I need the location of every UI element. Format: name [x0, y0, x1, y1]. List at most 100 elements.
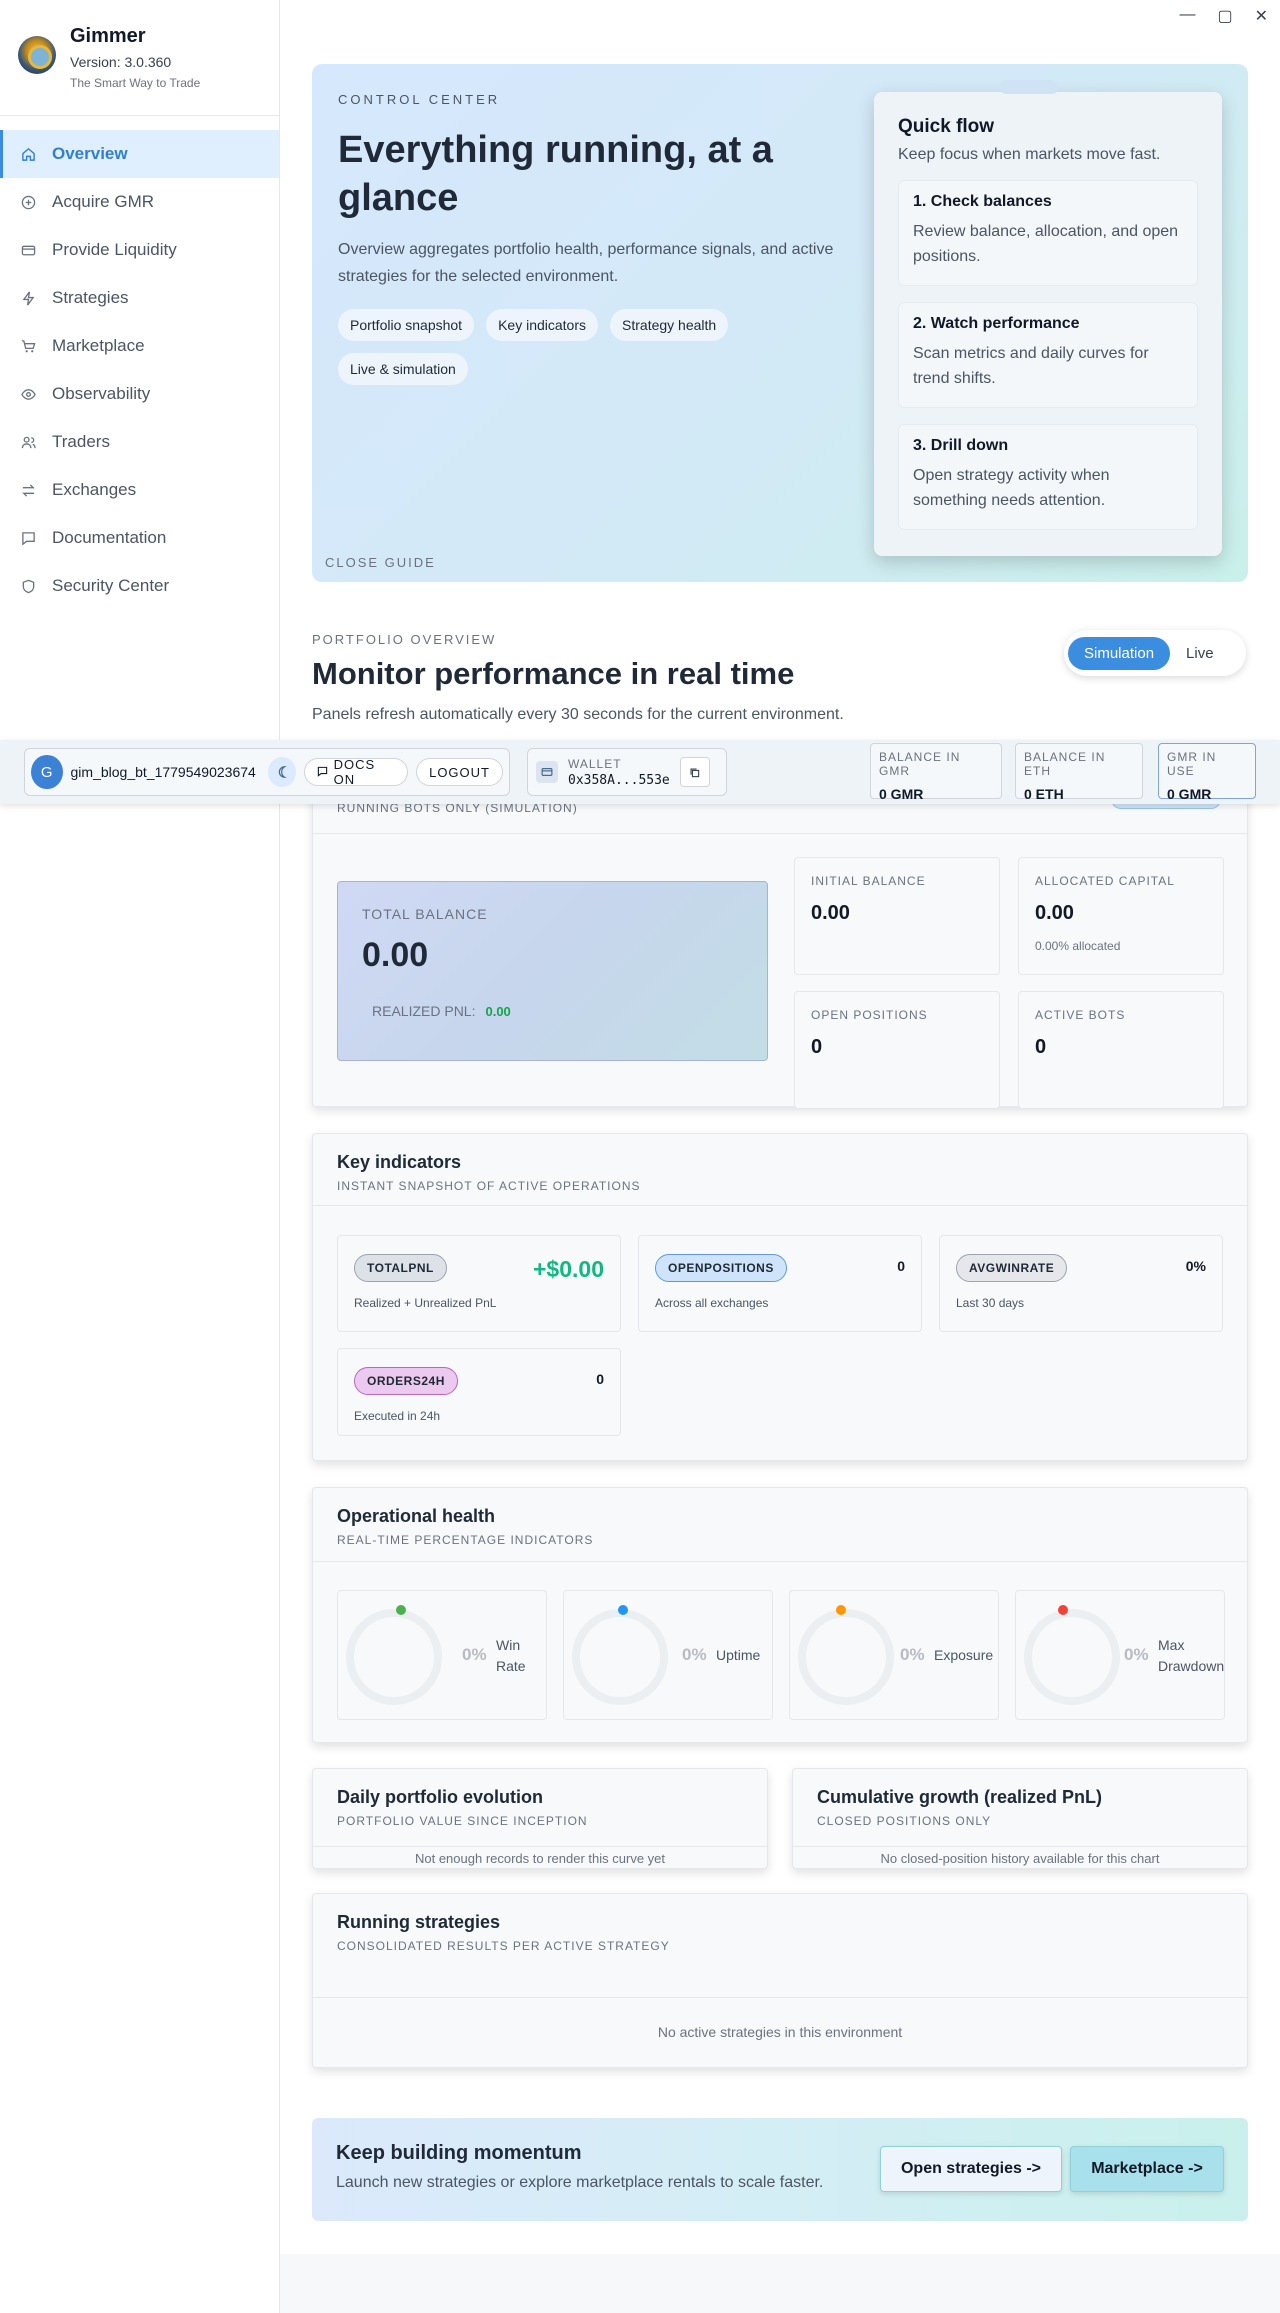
indicator-tag: AVGWINRATE — [956, 1254, 1068, 1282]
card-title: Operational health — [337, 1506, 496, 1526]
sidebar-item-traders[interactable]: Traders — [0, 418, 279, 466]
live-toggle[interactable]: Live — [1170, 637, 1230, 670]
indicator-value: 0 — [596, 1371, 604, 1387]
app-name: Gimmer — [70, 25, 146, 47]
sidebar-item-security-center[interactable]: Security Center — [0, 562, 279, 610]
gauge-value: 0% — [462, 1645, 487, 1664]
quick-flow-subtitle: Keep focus when markets move fast. — [898, 146, 1161, 163]
card-title: Running strategies — [337, 1912, 501, 1932]
book-icon — [317, 765, 328, 780]
sidebar-item-marketplace[interactable]: Marketplace — [0, 322, 279, 370]
balance-eth: BALANCE IN ETH 0 ETH — [1015, 743, 1143, 802]
sidebar-item-label: Acquire GMR — [52, 192, 155, 211]
sidebar-item-label: Overview — [52, 144, 128, 163]
tile-value: 0.00 — [1035, 902, 1074, 924]
sidebar-item-documentation[interactable]: Documentation — [0, 514, 279, 562]
card-header: Operational health REAL-TIME PERCENTAGE … — [313, 1488, 1247, 1562]
card-header: Daily portfolio evolution PORTFOLIO VALU… — [313, 1769, 767, 1847]
home-icon — [20, 146, 36, 162]
tile-value: 0.00 — [811, 902, 850, 924]
gauge-label: Max Drawdown — [1158, 1637, 1225, 1674]
gauge-ring — [572, 1609, 668, 1705]
card-subtitle: CLOSED POSITIONS ONLY — [817, 1814, 992, 1828]
logout-button[interactable]: LOGOUT — [416, 758, 503, 786]
app-tagline: The Smart Way to Trade — [70, 76, 201, 90]
gauge-win-rate: 0% Win Rate — [337, 1590, 547, 1720]
indicator-openpositions: OPENPOSITIONS 0 Across all exchanges — [638, 1235, 922, 1332]
bolt-icon — [20, 290, 36, 306]
indicator-tag: OPENPOSITIONS — [655, 1254, 787, 1282]
portfolio-overview-title: Monitor performance in real time — [312, 656, 795, 691]
chip-portfolio-snapshot[interactable]: Portfolio snapshot — [338, 309, 475, 341]
minimize-icon[interactable]: — — [1179, 6, 1195, 26]
indicator-value: +$0.00 — [533, 1256, 604, 1282]
card-subtitle: PORTFOLIO VALUE SINCE INCEPTION — [337, 1814, 588, 1828]
marketplace-button[interactable]: Marketplace -> — [1070, 2146, 1224, 2192]
sidebar-item-overview[interactable]: Overview — [0, 130, 279, 178]
card-title: Daily portfolio evolution — [337, 1787, 543, 1807]
sidebar-item-strategies[interactable]: Strategies — [0, 274, 279, 322]
open-strategies-button[interactable]: Open strategies -> — [880, 2146, 1062, 2192]
app-version: Version: 3.0.360 — [70, 54, 172, 70]
balance-card-divider — [313, 833, 1247, 834]
indicator-desc: Across all exchanges — [655, 1296, 769, 1310]
balance-gmr: BALANCE IN GMR 0 GMR — [870, 743, 1002, 802]
indicator-avgwinrate: AVGWINRATE 0% Last 30 days — [939, 1235, 1223, 1332]
realized-pnl-label: REALIZED PNL: — [372, 1003, 476, 1019]
brand: Gimmer Version: 3.0.360 The Smart Way to… — [0, 0, 279, 116]
footer-band — [280, 2254, 1280, 2313]
gauge-ring — [798, 1609, 894, 1705]
sidebar-item-observability[interactable]: Observability — [0, 370, 279, 418]
tile-sub: 0.00% allocated — [1035, 939, 1121, 953]
moon-icon[interactable] — [267, 757, 296, 787]
indicator-totalpnl: TOTALPNL +$0.00 Realized + Unrealized Pn… — [337, 1235, 621, 1332]
realized-pnl-value: 0.00 — [485, 1004, 511, 1019]
gauge-exposure: 0% Exposure — [789, 1590, 999, 1720]
cta-title: Keep building momentum — [336, 2142, 582, 2164]
environment-toggle: Simulation Live — [1064, 630, 1246, 676]
quick-flow-panel: Quick flow Keep focus when markets move … — [874, 80, 1222, 556]
sidebar-item-acquire-gmr[interactable]: Acquire GMR — [0, 178, 279, 226]
balance-card: RUNNING BOTS ONLY (SIMULATION) TOTAL BAL… — [312, 780, 1248, 1109]
tile-label: ACTIVE BOTS — [1035, 1008, 1126, 1022]
open-positions-tile: OPEN POSITIONS 0 — [794, 991, 1000, 1109]
portfolio-overview-description: Panels refresh automatically every 30 se… — [312, 706, 844, 723]
chip-strategy-health[interactable]: Strategy health — [610, 309, 729, 341]
sidebar-item-label: Security Center — [52, 576, 170, 595]
copy-icon[interactable] — [679, 757, 710, 787]
simulation-toggle[interactable]: Simulation — [1068, 636, 1171, 670]
hero-kicker: CONTROL CENTER — [338, 92, 501, 107]
indicator-value: 0% — [1185, 1258, 1206, 1274]
gimmer-logo — [18, 36, 56, 74]
sidebar-item-exchanges[interactable]: Exchanges — [0, 466, 279, 514]
empty-state: Not enough records to render this curve … — [414, 1851, 666, 1866]
indicator-tag: TOTALPNL — [354, 1254, 447, 1282]
gauge-value: 0% — [900, 1645, 925, 1664]
indicator-desc: Executed in 24h — [354, 1409, 441, 1423]
cart-icon — [20, 338, 36, 354]
control-center-hero: CONTROL CENTER Everything running, at a … — [312, 64, 1248, 582]
daily-portfolio-card: Daily portfolio evolution PORTFOLIO VALU… — [312, 1768, 768, 1869]
active-bots-tile: ACTIVE BOTS 0 — [1018, 991, 1224, 1109]
swap-icon — [20, 482, 36, 498]
chip-live-simulation[interactable]: Live & simulation — [338, 353, 468, 385]
gauge-ring — [1024, 1609, 1120, 1705]
tile-label: OPEN POSITIONS — [811, 1008, 928, 1022]
close-icon[interactable]: ✕ — [1255, 6, 1268, 26]
sidebar-nav: Overview Acquire GMR Provide Liquidity S… — [0, 130, 279, 610]
gauge-dot — [396, 1605, 406, 1615]
gauge-label: Exposure — [934, 1647, 994, 1663]
sidebar-item-provide-liquidity[interactable]: Provide Liquidity — [0, 226, 279, 274]
cumulative-growth-card: Cumulative growth (realized PnL) CLOSED … — [792, 1768, 1248, 1869]
eye-icon — [20, 386, 36, 402]
avatar[interactable]: G — [31, 755, 63, 789]
quick-flow-title: Quick flow — [898, 116, 995, 137]
indicator-value: 0 — [897, 1258, 905, 1274]
docs-toggle-button[interactable]: DOCS ON — [303, 757, 409, 787]
username: gim_blog_bt_1779549023674 — [70, 764, 256, 780]
close-guide-button[interactable]: CLOSE GUIDE — [325, 555, 436, 570]
card-subtitle: INSTANT SNAPSHOT OF ACTIVE OPERATIONS — [337, 1179, 641, 1193]
chip-key-indicators[interactable]: Key indicators — [486, 309, 599, 341]
maximize-icon[interactable]: ▢ — [1217, 6, 1232, 26]
quick-flow-step: 1. Check balances Review balance, alloca… — [898, 180, 1198, 286]
